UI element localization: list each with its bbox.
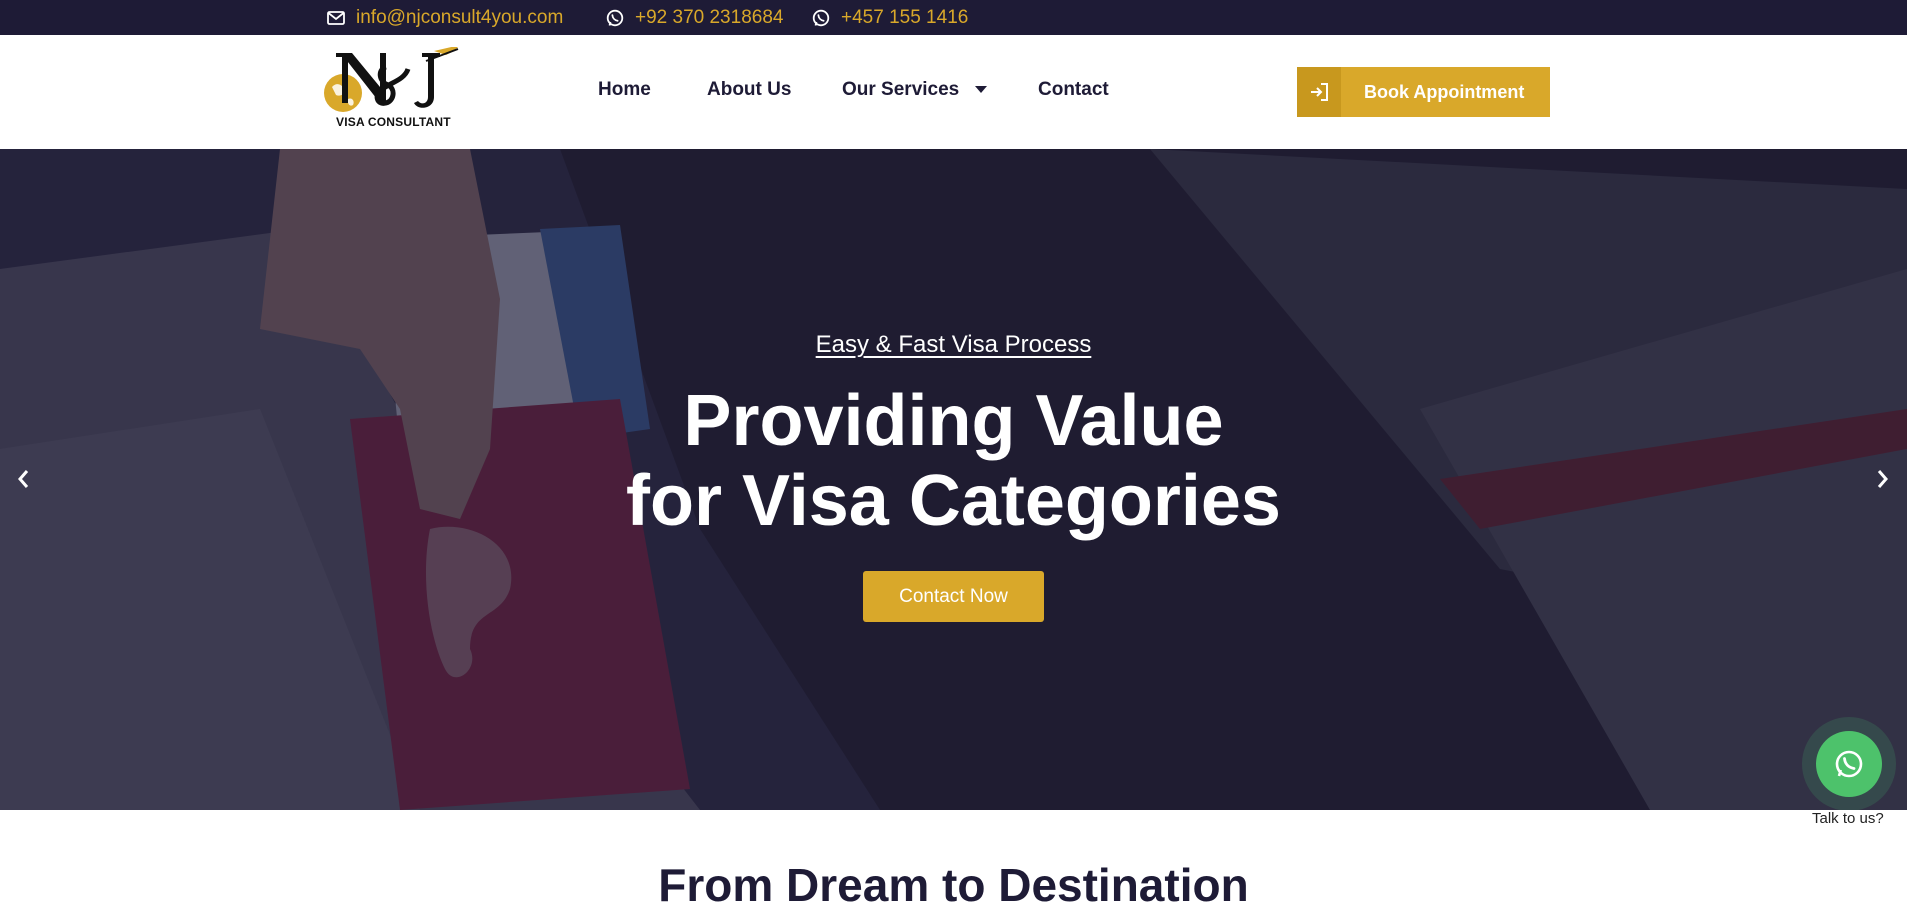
- nav-contact[interactable]: Contact: [1038, 79, 1109, 101]
- next-slide-arrow[interactable]: [1870, 464, 1894, 494]
- nav-our-services-label: Our Services: [842, 79, 960, 100]
- hero-kicker: Easy & Fast Visa Process: [815, 331, 1092, 358]
- logo-tagline: VISA CONSULTANT: [336, 115, 451, 129]
- site-header: VISA CONSULTANT Home About Us Our Servic…: [0, 35, 1907, 149]
- hero-title-line-2: for Visa Categories: [626, 461, 1281, 541]
- hero-title-line-1: Providing Value: [683, 381, 1224, 461]
- whatsapp-icon: [605, 8, 625, 28]
- phone-link-2[interactable]: +457 155 1416: [811, 0, 968, 35]
- whatsapp-chat-button[interactable]: [1816, 731, 1882, 797]
- email-text: info@njconsult4you.com: [356, 6, 564, 28]
- whatsapp-icon: [811, 8, 831, 28]
- logo-mark: [324, 45, 460, 112]
- chevron-left-icon: [18, 470, 29, 488]
- phone-link-1[interactable]: +92 370 2318684: [605, 0, 783, 35]
- caret-down-icon: [975, 86, 988, 94]
- whatsapp-chat-label: Talk to us?: [1810, 810, 1886, 827]
- nav-about-us[interactable]: About Us: [707, 79, 791, 101]
- envelope-icon: [326, 8, 346, 28]
- top-contact-bar: info@njconsult4you.com +92 370 2318684 +…: [0, 0, 1907, 35]
- section-title: From Dream to Destination: [658, 859, 1249, 911]
- site-logo[interactable]: VISA CONSULTANT: [322, 45, 462, 135]
- phone-text-1: +92 370 2318684: [635, 6, 784, 28]
- hero-slider: Easy & Fast Visa Process Providing Value…: [0, 149, 1907, 810]
- phone-text-2: +457 155 1416: [841, 6, 969, 28]
- email-link[interactable]: info@njconsult4you.com: [326, 0, 563, 35]
- sign-in-icon: [1297, 67, 1341, 117]
- whatsapp-icon: [1835, 750, 1863, 778]
- nav-home[interactable]: Home: [598, 79, 651, 101]
- book-appointment-label: Book Appointment: [1364, 81, 1525, 102]
- nav-our-services[interactable]: Our Services: [842, 79, 988, 101]
- chevron-right-icon: [1877, 470, 1888, 488]
- book-appointment-button[interactable]: Book Appointment: [1297, 67, 1550, 117]
- contact-now-button[interactable]: Contact Now: [863, 571, 1044, 622]
- prev-slide-arrow[interactable]: [12, 464, 36, 494]
- hero-title: Providing Value for Visa Categories: [0, 381, 1907, 541]
